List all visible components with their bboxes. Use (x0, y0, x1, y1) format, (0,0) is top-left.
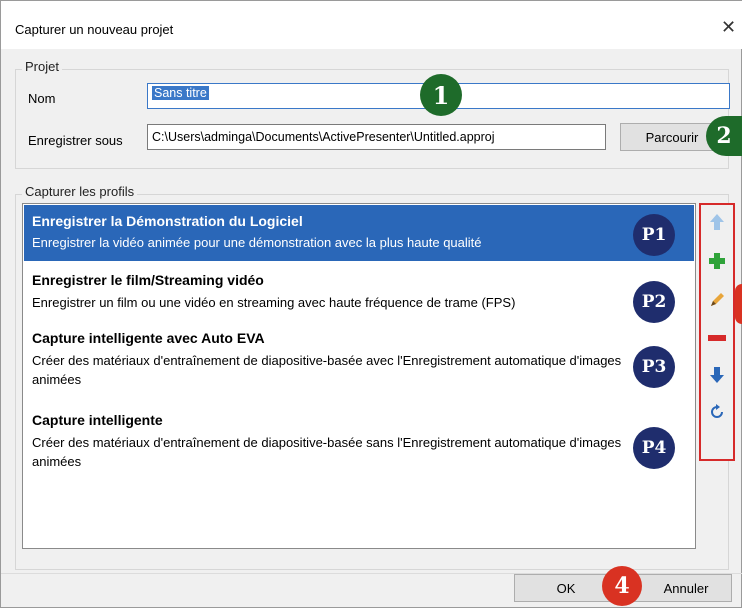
name-label: Nom (28, 91, 56, 106)
callout-marker-4: 4 (602, 566, 642, 606)
profile-item-4[interactable]: Capture intelligente Créer des matériaux… (24, 404, 694, 470)
arrow-down-icon[interactable] (704, 362, 730, 388)
profile-item-desc: Créer des matériaux d'entraînement de di… (32, 435, 622, 469)
save-path-value: C:\Users\adminga\Documents\ActivePresent… (152, 130, 495, 144)
profile-item-title: Capture intelligente (32, 412, 163, 428)
callout-marker-1: 1 (420, 74, 462, 116)
project-group-label: Projet (22, 59, 62, 74)
profile-item-title: Capture intelligente avec Auto EVA (32, 330, 265, 346)
title-bar: Capturer un nouveau projet ✕ (1, 1, 742, 49)
profile-item-desc: Enregistrer un film ou une vidéo en stre… (32, 295, 516, 310)
ok-label: OK (556, 580, 576, 596)
profile-item-1[interactable]: Enregistrer la Démonstration du Logiciel… (24, 205, 694, 261)
callout-marker-2: 2 (706, 116, 742, 156)
profile-item-title: Enregistrer le film/Streaming vidéo (32, 272, 264, 288)
profiles-group-label: Capturer les profils (22, 184, 138, 199)
callout-marker-p1: P1 (633, 214, 675, 256)
profiles-list[interactable]: Enregistrer la Démonstration du Logiciel… (22, 203, 696, 549)
capture-dialog: Capturer un nouveau projet ✕ Projet Nom … (0, 0, 742, 608)
close-icon[interactable]: ✕ (721, 17, 736, 38)
window-title: Capturer un nouveau projet (15, 22, 174, 37)
profile-item-3[interactable]: Capture intelligente avec Auto EVA Créer… (24, 322, 694, 388)
browse-label: Parcourir (645, 129, 699, 145)
profile-item-title: Enregistrer la Démonstration du Logiciel (32, 213, 303, 229)
callout-marker-toolbar (735, 284, 742, 324)
arrow-up-icon[interactable] (704, 209, 730, 235)
pencil-icon[interactable] (704, 287, 730, 313)
callout-marker-p2: P2 (633, 281, 675, 323)
profile-toolbar (699, 203, 735, 461)
profile-item-desc: Enregistrer la vidéo animée pour une dém… (32, 235, 482, 250)
callout-marker-p4: P4 (633, 427, 675, 469)
minus-icon[interactable] (704, 325, 730, 351)
reset-icon[interactable] (704, 399, 730, 425)
save-path-input[interactable]: C:\Users\adminga\Documents\ActivePresent… (147, 124, 606, 150)
name-input-value: Sans titre (152, 86, 209, 100)
callout-marker-p3: P3 (633, 346, 675, 388)
save-as-label: Enregistrer sous (28, 133, 123, 148)
profile-item-2[interactable]: Enregistrer le film/Streaming vidéo Enre… (24, 264, 694, 310)
plus-icon[interactable] (704, 248, 730, 274)
profile-item-desc: Créer des matériaux d'entraînement de di… (32, 353, 622, 387)
cancel-label: Annuler (663, 580, 709, 596)
